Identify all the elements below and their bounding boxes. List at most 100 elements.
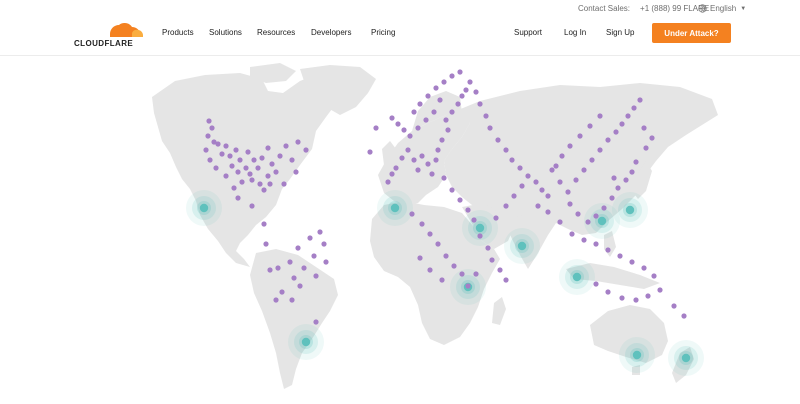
data-center-marker[interactable]: [549, 167, 555, 173]
data-center-marker[interactable]: [373, 125, 379, 131]
data-center-marker[interactable]: [389, 171, 395, 177]
data-center-marker[interactable]: [277, 153, 283, 159]
data-center-marker[interactable]: [649, 135, 655, 141]
data-center-marker[interactable]: [589, 157, 595, 163]
data-center-marker[interactable]: [313, 319, 319, 325]
data-center-marker[interactable]: [465, 207, 471, 213]
data-center-marker[interactable]: [321, 241, 327, 247]
data-center-marker[interactable]: [615, 185, 621, 191]
data-center-marker[interactable]: [633, 297, 639, 303]
data-center-marker[interactable]: [269, 161, 275, 167]
data-center-marker[interactable]: [265, 173, 271, 179]
data-center-marker[interactable]: [419, 221, 425, 227]
data-center-marker[interactable]: [223, 143, 229, 149]
data-center-marker[interactable]: [429, 171, 435, 177]
data-center-marker[interactable]: [623, 177, 629, 183]
data-center-marker[interactable]: [503, 147, 509, 153]
data-center-marker[interactable]: [637, 97, 643, 103]
data-center-marker[interactable]: [493, 215, 499, 221]
data-center-marker[interactable]: [503, 277, 509, 283]
data-center-marker[interactable]: [401, 127, 407, 133]
data-center-marker[interactable]: [313, 273, 319, 279]
under-attack-button[interactable]: Under Attack?: [652, 23, 731, 43]
data-center-marker[interactable]: [641, 265, 647, 271]
data-center-marker[interactable]: [629, 169, 635, 175]
data-center-marker[interactable]: [605, 247, 611, 253]
data-center-marker[interactable]: [645, 293, 651, 299]
data-center-marker[interactable]: [567, 143, 573, 149]
data-center-marker[interactable]: [427, 231, 433, 237]
data-center-marker[interactable]: [289, 297, 295, 303]
data-center-marker[interactable]: [483, 113, 489, 119]
data-center-marker[interactable]: [395, 121, 401, 127]
data-center-marker[interactable]: [495, 137, 501, 143]
data-center-marker[interactable]: [265, 145, 271, 151]
data-center-marker[interactable]: [477, 233, 483, 239]
data-center-marker[interactable]: [263, 241, 269, 247]
data-center-marker[interactable]: [425, 161, 431, 167]
data-center-marker[interactable]: [651, 273, 657, 279]
data-center-marker[interactable]: [611, 175, 617, 181]
data-center-marker[interactable]: [205, 133, 211, 139]
data-center-marker[interactable]: [283, 143, 289, 149]
data-center-marker[interactable]: [209, 125, 215, 131]
data-center-marker[interactable]: [267, 267, 273, 273]
data-center-marker[interactable]: [275, 265, 281, 271]
data-center-marker[interactable]: [575, 211, 581, 217]
data-center-marker[interactable]: [597, 147, 603, 153]
data-center-marker[interactable]: [565, 189, 571, 195]
data-center-marker[interactable]: [593, 213, 599, 219]
data-center-marker[interactable]: [581, 167, 587, 173]
data-center-marker[interactable]: [291, 275, 297, 281]
data-center-marker[interactable]: [417, 255, 423, 261]
data-center-marker[interactable]: [605, 289, 611, 295]
data-center-marker[interactable]: [657, 287, 663, 293]
data-center-marker[interactable]: [239, 179, 245, 185]
hub-marker[interactable]: [377, 190, 413, 226]
data-center-marker[interactable]: [567, 201, 573, 207]
data-center-marker[interactable]: [311, 253, 317, 259]
data-center-marker[interactable]: [671, 303, 677, 309]
data-center-marker[interactable]: [477, 101, 483, 107]
data-center-marker[interactable]: [497, 267, 503, 273]
data-center-marker[interactable]: [457, 197, 463, 203]
data-center-marker[interactable]: [451, 263, 457, 269]
data-center-marker[interactable]: [206, 118, 212, 124]
data-center-marker[interactable]: [467, 79, 473, 85]
data-center-marker[interactable]: [227, 153, 233, 159]
data-center-marker[interactable]: [415, 167, 421, 173]
data-center-marker[interactable]: [273, 297, 279, 303]
data-center-marker[interactable]: [417, 101, 423, 107]
data-center-marker[interactable]: [267, 181, 273, 187]
hub-marker[interactable]: [559, 259, 595, 295]
data-center-marker[interactable]: [573, 177, 579, 183]
data-center-marker[interactable]: [229, 163, 235, 169]
data-center-marker[interactable]: [257, 181, 263, 187]
data-center-marker[interactable]: [389, 115, 395, 121]
data-center-marker[interactable]: [681, 313, 687, 319]
data-center-marker[interactable]: [433, 157, 439, 163]
data-center-marker[interactable]: [581, 237, 587, 243]
data-center-marker[interactable]: [631, 105, 637, 111]
data-center-marker[interactable]: [367, 149, 373, 155]
data-center-marker[interactable]: [411, 109, 417, 115]
hub-marker[interactable]: [504, 228, 540, 264]
data-center-marker[interactable]: [449, 73, 455, 79]
data-center-marker[interactable]: [323, 259, 329, 265]
data-center-marker[interactable]: [509, 157, 515, 163]
hub-marker[interactable]: [186, 190, 222, 226]
data-center-marker[interactable]: [489, 257, 495, 263]
data-center-marker[interactable]: [487, 125, 493, 131]
hub-marker[interactable]: [668, 340, 704, 376]
data-center-marker[interactable]: [307, 235, 313, 241]
data-center-marker[interactable]: [439, 277, 445, 283]
data-center-marker[interactable]: [609, 195, 615, 201]
data-center-marker[interactable]: [233, 147, 239, 153]
data-center-marker[interactable]: [295, 139, 301, 145]
data-center-marker[interactable]: [223, 173, 229, 179]
data-center-marker[interactable]: [259, 155, 265, 161]
data-center-marker[interactable]: [503, 203, 509, 209]
data-center-marker[interactable]: [281, 181, 287, 187]
data-center-marker[interactable]: [427, 267, 433, 273]
data-center-marker[interactable]: [625, 113, 631, 119]
